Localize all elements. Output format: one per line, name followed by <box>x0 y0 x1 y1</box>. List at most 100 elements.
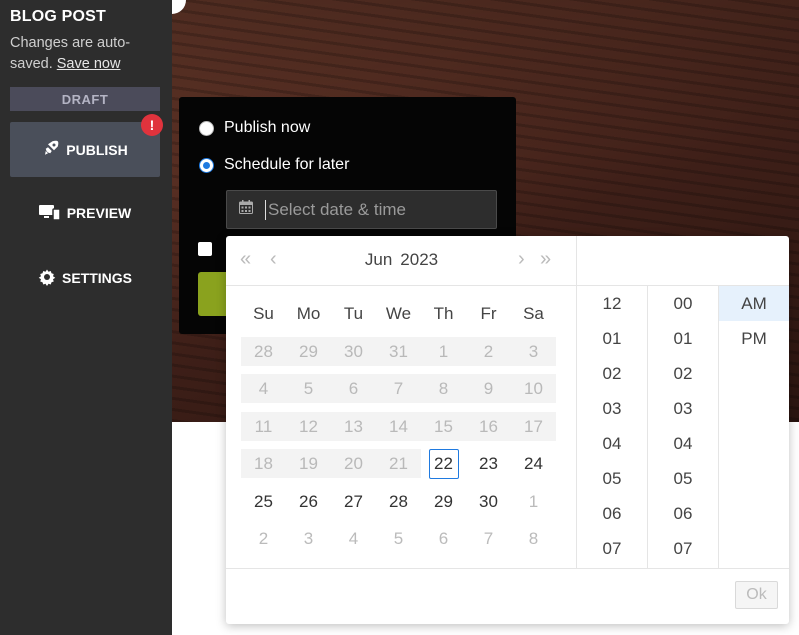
ampm-option-pm[interactable]: PM <box>719 321 789 356</box>
minute-option[interactable]: 01 <box>648 321 718 356</box>
publish-now-label: Publish now <box>224 119 311 136</box>
minute-option[interactable]: 06 <box>648 496 718 531</box>
day-cell[interactable]: 24 <box>511 449 556 478</box>
day-cell: 10 <box>511 374 556 403</box>
week-row: 11 12 13 14 15 16 17 <box>241 412 556 441</box>
day-cell[interactable]: 30 <box>466 487 511 516</box>
day-cell: 6 <box>331 374 376 403</box>
hour-option[interactable]: 02 <box>577 356 647 391</box>
day-cell[interactable]: 6 <box>421 524 466 553</box>
status-badge: DRAFT <box>10 87 160 111</box>
hour-option[interactable]: 07 <box>577 531 647 566</box>
minute-column[interactable]: 00 01 02 03 04 05 06 07 <box>648 286 719 568</box>
day-cell: 15 <box>421 412 466 441</box>
time-header <box>577 236 789 286</box>
ampm-column[interactable]: AM PM <box>719 286 789 568</box>
nav-settings[interactable]: SETTINGS <box>10 258 160 298</box>
week-row: 18 19 20 21 22 23 24 <box>241 448 556 479</box>
day-cell[interactable]: 27 <box>331 487 376 516</box>
alert-badge: ! <box>141 114 163 136</box>
weekday-header: Su Mo Tu We Th Fr Sa <box>241 304 556 324</box>
day-cell: 2 <box>466 337 511 366</box>
calendar-icon <box>239 200 253 219</box>
weekday-label: Sa <box>523 304 544 323</box>
day-cell[interactable]: 29 <box>421 487 466 516</box>
day-cell: 11 <box>241 412 286 441</box>
day-cell: 20 <box>331 449 376 478</box>
day-cell-today[interactable]: 22 <box>421 448 466 479</box>
preview-label: PREVIEW <box>66 205 132 221</box>
day-cell[interactable]: 8 <box>511 524 556 553</box>
day-cell[interactable]: 3 <box>286 524 331 553</box>
hour-option[interactable]: 04 <box>577 426 647 461</box>
day-cell[interactable]: 4 <box>331 524 376 553</box>
schedule-later-radio[interactable] <box>199 157 214 173</box>
hour-column[interactable]: 12 01 02 03 04 05 06 07 <box>577 286 648 568</box>
minute-option[interactable]: 05 <box>648 461 718 496</box>
day-cell[interactable]: 7 <box>466 524 511 553</box>
datetime-placeholder: Select date & time <box>268 199 406 219</box>
hour-option[interactable]: 03 <box>577 391 647 426</box>
day-cell: 17 <box>511 412 556 441</box>
day-cell[interactable]: 25 <box>241 487 286 516</box>
minute-option[interactable]: 07 <box>648 531 718 566</box>
day-cell[interactable]: 28 <box>376 487 421 516</box>
schedule-later-label: Schedule for later <box>224 156 350 173</box>
day-cell[interactable]: 26 <box>286 487 331 516</box>
next-year-icon[interactable]: » <box>540 248 551 271</box>
ok-button[interactable]: Ok <box>735 581 778 609</box>
datetime-picker: « ‹ Jun 2023 › » Su Mo Tu We Th Fr Sa 28 … <box>226 236 789 624</box>
day-cell: 12 <box>286 412 331 441</box>
day-cell: 4 <box>241 374 286 403</box>
day-cell: 29 <box>286 337 331 366</box>
day-cell: 5 <box>286 374 331 403</box>
nav-preview[interactable]: PREVIEW <box>10 193 160 233</box>
minute-option[interactable]: 00 <box>648 286 718 321</box>
day-cell: 8 <box>421 374 466 403</box>
calendar-header: « ‹ Jun 2023 › » <box>226 236 577 286</box>
minute-option[interactable]: 04 <box>648 426 718 461</box>
hour-option[interactable]: 06 <box>577 496 647 531</box>
day-cell[interactable]: 1 <box>511 487 556 516</box>
schedule-later-option[interactable]: Schedule for later <box>199 156 349 174</box>
day-cell: 21 <box>376 449 421 478</box>
autosave-note: Changes are auto-saved. Save now <box>10 33 160 75</box>
text-caret <box>265 199 266 220</box>
day-cell[interactable]: 2 <box>241 524 286 553</box>
day-cell: 3 <box>511 337 556 366</box>
minute-option[interactable]: 02 <box>648 356 718 391</box>
publish-label: PUBLISH <box>66 141 128 158</box>
gear-icon <box>38 268 56 289</box>
day-cell[interactable]: 5 <box>376 524 421 553</box>
sidebar: BLOG POST Changes are auto-saved. Save n… <box>0 0 172 635</box>
day-cell: 14 <box>376 412 421 441</box>
picker-footer: Ok <box>226 568 789 624</box>
day-cell: 31 <box>376 337 421 366</box>
day-cell: 7 <box>376 374 421 403</box>
hour-option[interactable]: 01 <box>577 321 647 356</box>
month-select[interactable]: Jun <box>365 250 392 269</box>
save-now-link[interactable]: Save now <box>57 56 121 72</box>
weekday-label: Mo <box>296 304 321 323</box>
rocket-icon <box>42 139 60 160</box>
day-cell[interactable]: 23 <box>466 449 511 478</box>
hour-option[interactable]: 05 <box>577 461 647 496</box>
publish-now-option[interactable]: Publish now <box>199 119 310 137</box>
ampm-option-am[interactable]: AM <box>719 286 789 321</box>
publish-button[interactable]: PUBLISH <box>10 122 160 177</box>
day-cell: 13 <box>331 412 376 441</box>
option-checkbox[interactable] <box>198 242 212 256</box>
day-cell: 19 <box>286 449 331 478</box>
year-select[interactable]: 2023 <box>400 250 438 269</box>
hour-option[interactable]: 12 <box>577 286 647 321</box>
day-cell: 16 <box>466 412 511 441</box>
today-marker: 22 <box>428 448 459 479</box>
publish-now-radio[interactable] <box>199 120 214 136</box>
next-month-icon[interactable]: › <box>518 248 525 271</box>
week-row: 4 5 6 7 8 9 10 <box>241 374 556 403</box>
datetime-input[interactable]: Select date & time <box>226 190 497 229</box>
settings-label: SETTINGS <box>61 270 132 286</box>
weekday-label: Su <box>253 304 274 323</box>
week-row: 25 26 27 28 29 30 1 <box>241 487 556 516</box>
minute-option[interactable]: 03 <box>648 391 718 426</box>
